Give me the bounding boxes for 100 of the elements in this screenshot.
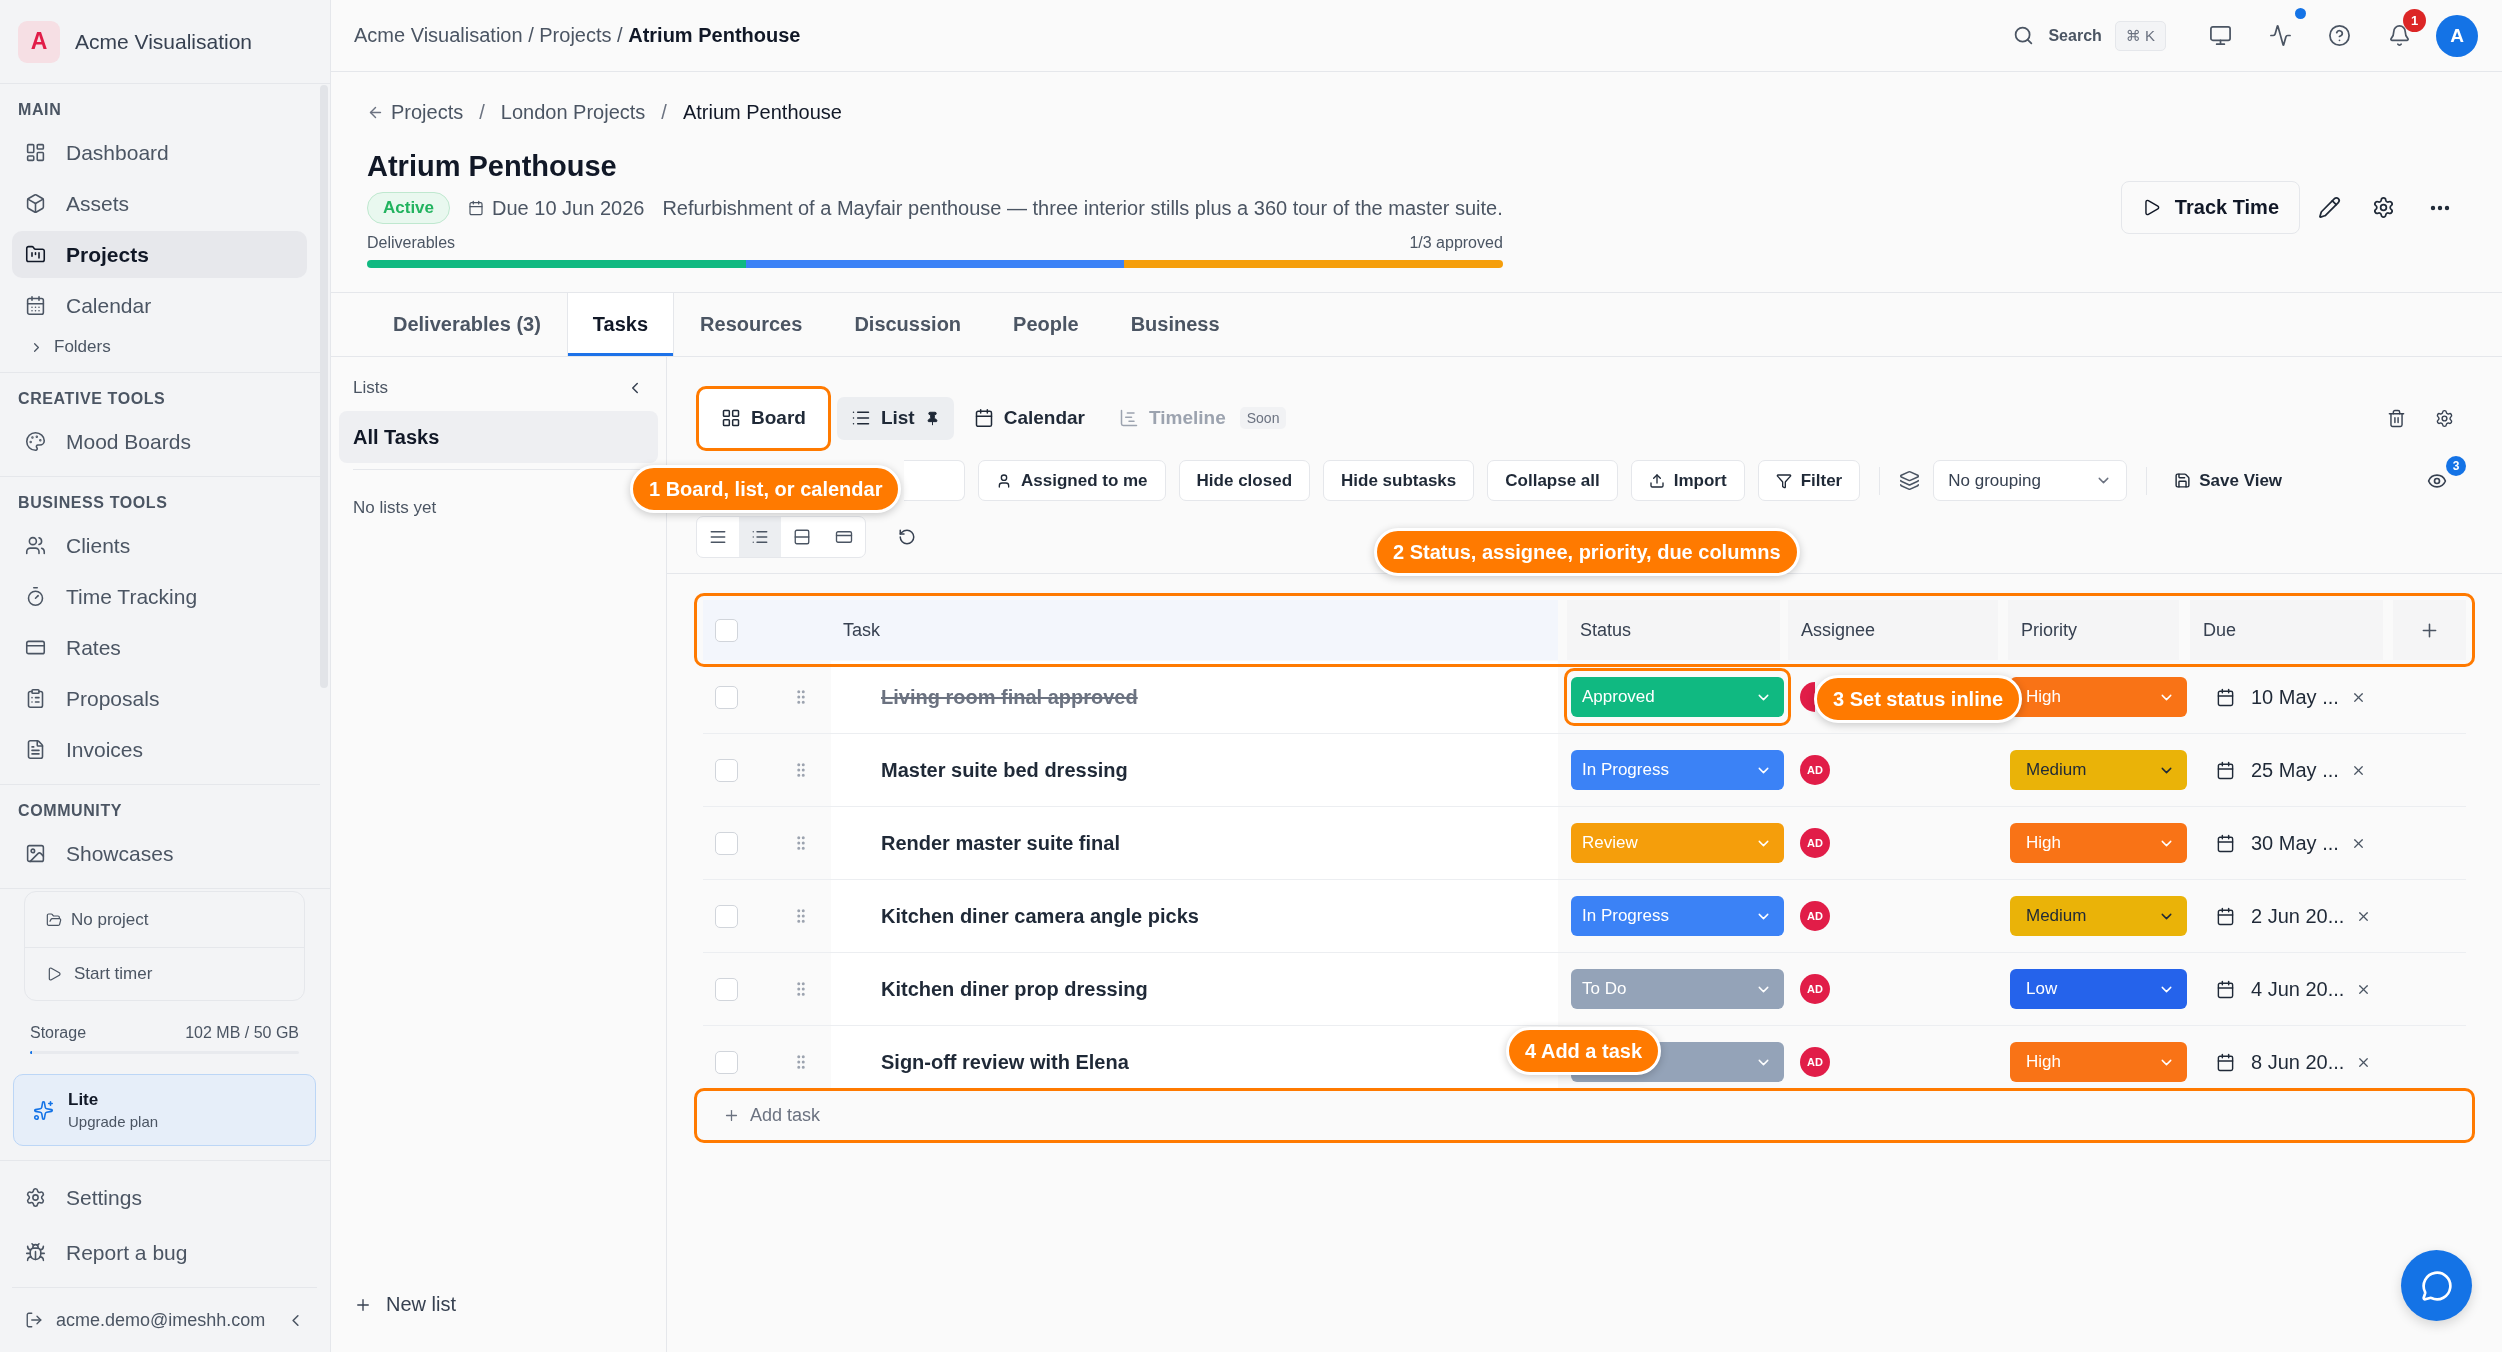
tab[interactable]: People	[987, 293, 1105, 356]
trash-icon[interactable]	[2387, 408, 2406, 428]
task-title[interactable]: Living room final approved	[881, 685, 1138, 709]
toolbar-button[interactable]: Hide subtasks	[1323, 460, 1475, 501]
sidebar-item[interactable]: Clients	[12, 522, 307, 569]
tab[interactable]: Tasks	[566, 293, 675, 356]
toolbar-button[interactable]: Collapse all	[1487, 460, 1618, 501]
section-title: COMMUNITY	[17, 801, 124, 821]
avatar-icon[interactable]	[1800, 682, 1815, 712]
assignee-avatar[interactable]: AD	[1800, 828, 1830, 858]
pencil-icon[interactable]	[2318, 196, 2341, 219]
assignee-avatar[interactable]: AD	[1800, 755, 1830, 785]
cube-icon	[25, 193, 46, 214]
task-title[interactable]: Kitchen diner prop dressing	[881, 977, 1148, 1001]
sidebar-item[interactable]: Time Tracking	[12, 573, 307, 620]
refresh-icon[interactable]	[898, 528, 916, 546]
calendar-icon	[973, 408, 994, 428]
sidebar-item[interactable]: Projects	[12, 231, 307, 278]
list-item[interactable]: All Tasks	[339, 411, 658, 463]
project-picker[interactable]: No project	[25, 892, 304, 948]
upgrade-plan-card[interactable]: Lite Upgrade plan	[13, 1074, 316, 1146]
priority-dropdown[interactable]: Medium	[2010, 896, 2187, 936]
checkbox[interactable]	[715, 977, 738, 1001]
rows-icon	[793, 528, 811, 546]
settings-icon[interactable]	[2435, 408, 2454, 428]
toolbar-button[interactable]: Hide closed	[1178, 460, 1310, 501]
save-view-button[interactable]: Save View	[2166, 460, 2291, 501]
tab[interactable]: Resources	[674, 293, 829, 356]
due-date[interactable]: 25 May ...	[2251, 758, 2339, 782]
calendar-icon[interactable]	[2216, 1052, 2235, 1072]
task-title[interactable]: Master suite bed dressing	[881, 758, 1128, 782]
logout-icon[interactable]	[25, 1311, 43, 1329]
sidebar-item[interactable]: Rates	[12, 624, 307, 671]
filter-icon	[1775, 472, 1792, 489]
calendar-icon[interactable]	[2216, 760, 2235, 780]
assignee-avatar[interactable]: AD	[1800, 974, 1830, 1004]
settings-icon[interactable]	[2372, 196, 2395, 219]
calendar-icon[interactable]	[2216, 979, 2235, 999]
view-tab[interactable]: List	[836, 396, 954, 440]
density-option[interactable]	[739, 517, 781, 557]
toolbar-button[interactable]: Filter	[1757, 460, 1861, 501]
task-title[interactable]: Render master suite final	[881, 831, 1120, 855]
checkbox[interactable]	[715, 904, 738, 928]
calendar-icon[interactable]	[2216, 906, 2235, 926]
monitor-icon[interactable]	[2209, 24, 2232, 47]
due-date[interactable]: 4 Jun 20...	[2251, 977, 2345, 1001]
start-timer-button[interactable]: Start timer	[25, 948, 304, 1000]
sidebar-item[interactable]: Dashboard	[12, 129, 307, 176]
pulse-icon[interactable]	[2269, 24, 2292, 47]
add-task-button[interactable]: Add task	[720, 1105, 824, 1126]
toolbar-button[interactable]: Import	[1630, 460, 1745, 501]
sidebar-item[interactable]: Showcases	[12, 830, 307, 877]
sidebar-item[interactable]: Settings	[12, 1174, 317, 1221]
person-icon	[996, 472, 1012, 489]
sidebar-item[interactable]: Folders	[12, 333, 307, 361]
due-date[interactable]: 2 Jun 20...	[2251, 904, 2345, 928]
breadcrumb-link[interactable]: Projects	[391, 100, 464, 124]
toolbar-button[interactable]: Assigned to me	[978, 460, 1166, 501]
sidebar-item[interactable]: Assets	[12, 180, 307, 227]
priority-dropdown[interactable]: Low	[2010, 969, 2187, 1009]
bell-icon[interactable]	[2388, 24, 2411, 47]
tab[interactable]: Discussion	[828, 293, 988, 356]
grouping-select[interactable]: No grouping	[1933, 460, 2128, 501]
assignee-avatar[interactable]: AD	[1800, 1047, 1830, 1077]
search-button[interactable]: Search	[2013, 25, 2102, 46]
due-date[interactable]: 10 May ...	[2251, 685, 2339, 709]
calendar-icon[interactable]	[2216, 687, 2235, 707]
task-title[interactable]: Kitchen diner camera angle picks	[881, 904, 1199, 928]
status-dropdown[interactable]: In Progress	[1571, 896, 1784, 936]
task-title[interactable]: Sign-off review with Elena	[881, 1050, 1129, 1074]
search-field[interactable]	[904, 460, 965, 501]
chat-button[interactable]	[2401, 1250, 2472, 1321]
view-tab[interactable]: Calendar	[959, 396, 1099, 440]
sidebar-item[interactable]: Mood Boards	[12, 418, 307, 465]
assignee-avatar[interactable]: AD	[1800, 901, 1830, 931]
user-avatar[interactable]: A	[2436, 14, 2478, 57]
status-dropdown[interactable]: In Progress	[1571, 750, 1784, 790]
breadcrumb-link[interactable]: London Projects	[500, 100, 646, 124]
track-time-button[interactable]: Track Time	[2120, 181, 2300, 234]
priority-dropdown[interactable]: Medium	[2010, 750, 2187, 790]
breadcrumb-current[interactable]: Atrium Penthouse	[682, 100, 842, 124]
checkbox[interactable]	[715, 758, 738, 782]
help-icon[interactable]	[2328, 24, 2351, 47]
checkbox[interactable]	[715, 1050, 738, 1074]
due-date[interactable]: 30 May ...	[2251, 831, 2339, 855]
checkbox[interactable]	[715, 618, 738, 642]
checkbox[interactable]	[715, 685, 738, 709]
layers-icon	[1899, 470, 1921, 491]
calendar-icon[interactable]	[2216, 833, 2235, 853]
tab[interactable]: Business	[1104, 293, 1246, 356]
storage-label: Storage	[30, 1023, 87, 1043]
sidebar-item[interactable]: Proposals	[12, 675, 307, 722]
checkbox[interactable]	[715, 831, 738, 855]
sidebar-item[interactable]: Calendar	[12, 282, 307, 329]
sidebar-item[interactable]: Report a bug	[12, 1229, 317, 1276]
tab[interactable]: Deliverables (3)	[367, 293, 567, 356]
new-list-button[interactable]: New list	[354, 1293, 456, 1316]
sidebar-item[interactable]: Invoices	[12, 726, 307, 773]
view-tab[interactable]: Board	[707, 396, 820, 440]
due-date[interactable]: 8 Jun 20...	[2251, 1050, 2345, 1074]
